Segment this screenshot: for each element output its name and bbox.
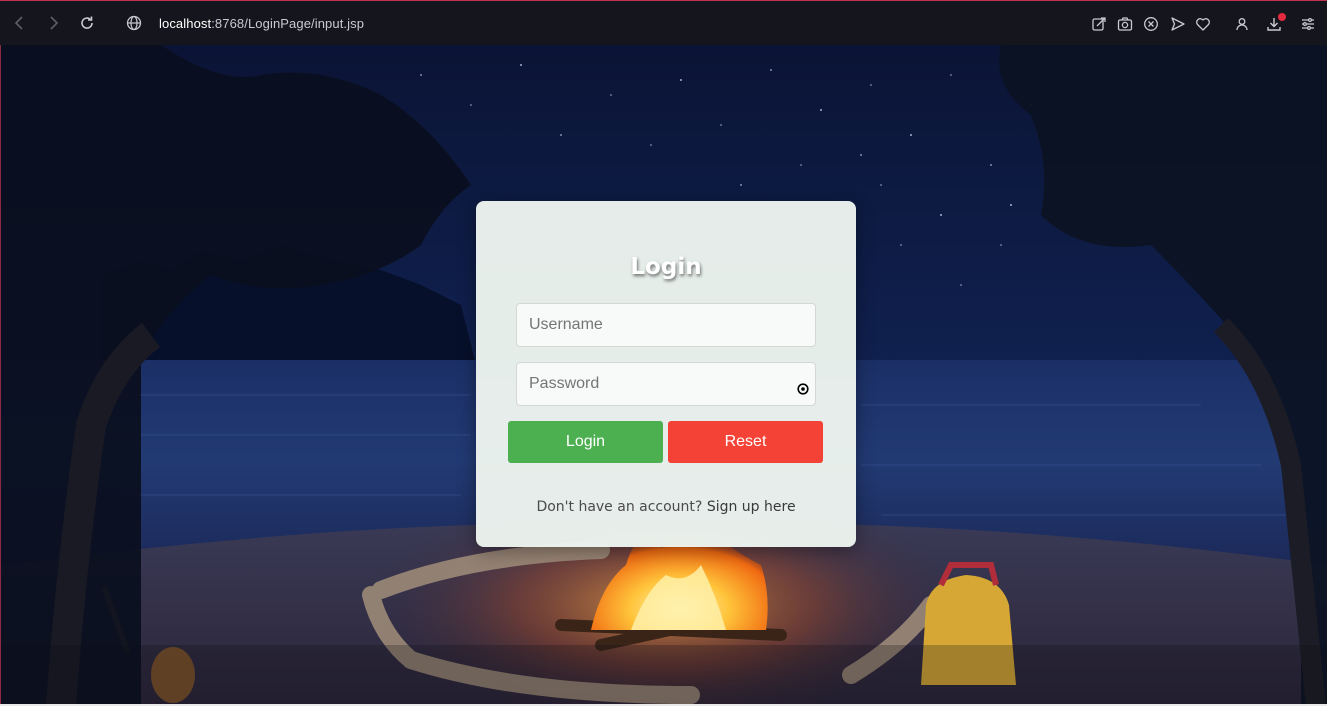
login-button[interactable]: Login — [508, 421, 663, 463]
globe-icon[interactable] — [124, 13, 144, 33]
reload-icon[interactable] — [77, 13, 97, 33]
signup-prompt-text: Don't have an account? — [536, 499, 703, 515]
close-circle-icon[interactable] — [1143, 16, 1159, 32]
menu-icon[interactable] — [1300, 16, 1316, 32]
back-icon[interactable] — [10, 13, 30, 33]
send-icon[interactable] — [1170, 16, 1186, 32]
browser-toolbar: localhost:8768/LoginPage/input.jsp — [0, 0, 1327, 45]
username-input[interactable] — [516, 303, 816, 347]
url-host: localhost — [159, 16, 212, 31]
login-title: Login — [630, 254, 702, 280]
forward-icon[interactable] — [43, 13, 63, 33]
password-reveal-icon[interactable] — [797, 382, 809, 395]
download-notification-dot — [1278, 13, 1286, 21]
url-path: :8768/LoginPage/input.jsp — [211, 16, 365, 31]
signup-link[interactable]: Sign up here — [707, 499, 796, 515]
camera-icon[interactable] — [1117, 16, 1133, 32]
heart-icon[interactable] — [1195, 16, 1211, 32]
page-viewport: Login Login Reset Don't have an account?… — [0, 45, 1327, 706]
signup-prompt: Don't have an account? Sign up here — [476, 499, 856, 515]
share-icon[interactable] — [1091, 16, 1107, 32]
password-input[interactable] — [516, 362, 816, 406]
login-card: Login Login Reset Don't have an account?… — [476, 201, 856, 547]
reset-button[interactable]: Reset — [668, 421, 823, 463]
address-bar[interactable]: localhost:8768/LoginPage/input.jsp — [159, 16, 364, 31]
profile-icon[interactable] — [1234, 16, 1250, 32]
